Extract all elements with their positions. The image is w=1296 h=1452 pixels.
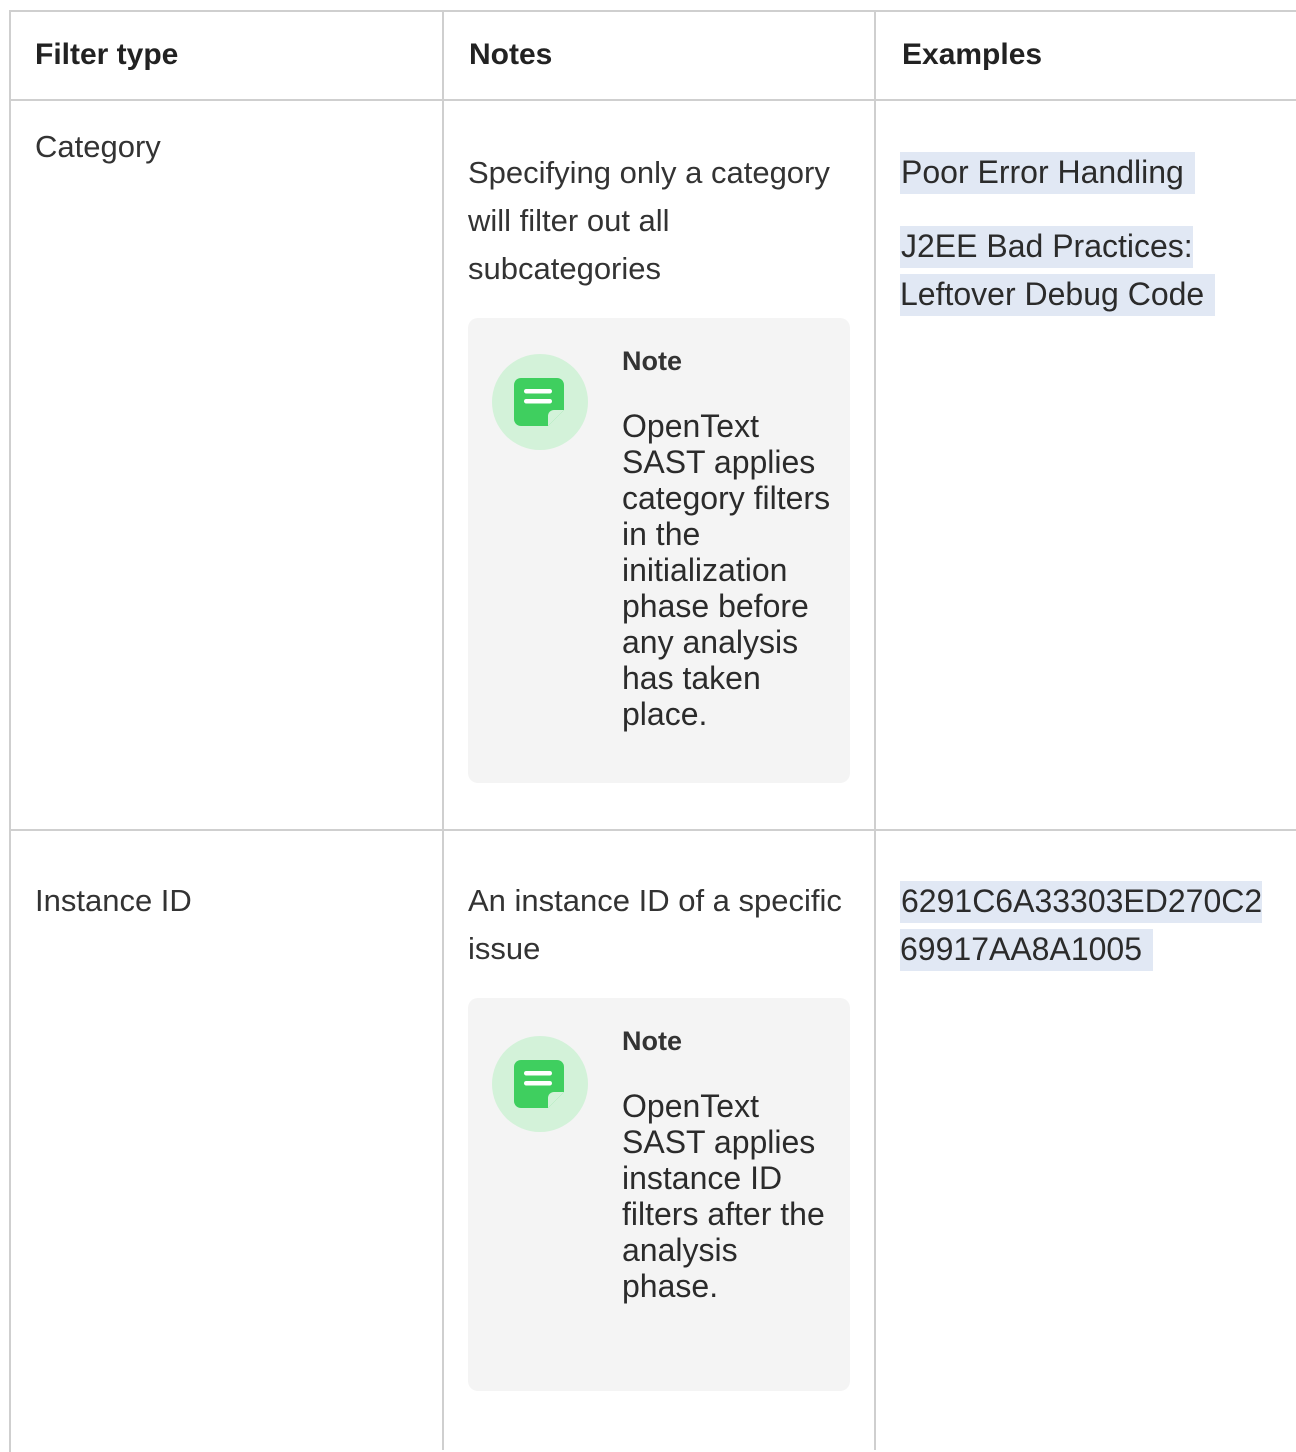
column-divider	[874, 10, 876, 1450]
sticky-note-icon	[492, 354, 588, 450]
example-code: Poor Error Handling	[900, 152, 1195, 194]
column-divider	[442, 10, 444, 1450]
category-notes: Specifying only a category will filter o…	[468, 155, 830, 286]
category-examples: Poor Error Handling J2EE Bad Practices: …	[900, 148, 1280, 344]
header-notes: Notes	[469, 38, 553, 71]
example-code: J2EE Bad Practices: Leftover Debug Code	[900, 226, 1216, 316]
instance-id-examples: 6291C6A33303ED270C269917AA8A1005	[900, 877, 1275, 973]
note-title: Note	[622, 1026, 682, 1056]
header-examples: Examples	[902, 38, 1043, 71]
note-body: OpenText SAST applies category filters i…	[622, 408, 831, 732]
sticky-note-icon	[492, 1036, 588, 1132]
category-note-callout: Note OpenText SAST applies category filt…	[468, 318, 850, 783]
instance-id-note-callout: Note OpenText SAST applies instance ID f…	[468, 998, 850, 1391]
note-title: Note	[622, 346, 682, 376]
filter-type-category: Category	[35, 129, 161, 164]
filter-type-instance-id: Instance ID	[35, 883, 192, 918]
example-code: 6291C6A33303ED270C269917AA8A1005	[900, 881, 1263, 971]
header-divider	[9, 99, 1296, 101]
header-filter-type: Filter type	[35, 38, 179, 71]
note-body: OpenText SAST applies instance ID filter…	[622, 1088, 825, 1304]
instance-id-notes: An instance ID of a specific issue	[468, 883, 842, 966]
row-divider	[9, 829, 1296, 831]
